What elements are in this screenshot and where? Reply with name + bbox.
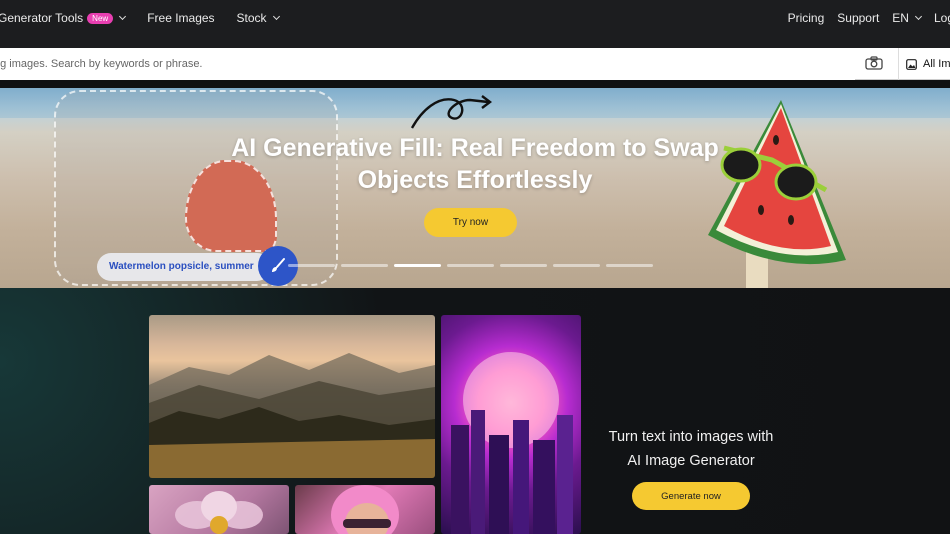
synthwave-city-art [451, 352, 573, 534]
nav-stock-label: Stock [236, 11, 267, 25]
chrome-flower-image[interactable] [149, 485, 289, 534]
nav-generator-tools[interactable]: Generator Tools New [0, 11, 127, 25]
nav-support[interactable]: Support [837, 11, 879, 25]
synthwave-city-image[interactable] [441, 315, 581, 534]
login-link[interactable]: Log [934, 11, 950, 25]
slide-dot[interactable] [447, 264, 494, 267]
hero-banner[interactable]: AI Generative Fill: Real Freedom to Swap… [0, 88, 950, 288]
image-icon [906, 58, 917, 70]
slide-dot[interactable] [341, 264, 388, 267]
mountain-landscape-image[interactable] [149, 315, 435, 478]
generator-showcase: Turn text into images with AI Image Gene… [0, 288, 950, 534]
prompt-pill: Watermelon popsicle, summer [97, 253, 271, 281]
try-now-button[interactable]: Try now [424, 208, 517, 237]
language-label: EN [892, 11, 909, 25]
nav-stock[interactable]: Stock [236, 11, 280, 25]
nav-free-images[interactable]: Free Images [147, 11, 214, 25]
slide-dot[interactable] [606, 264, 653, 267]
slide-dot[interactable] [288, 264, 335, 267]
search-bar: All Im [0, 48, 950, 80]
search-input[interactable] [0, 48, 855, 80]
arrow-icon [410, 95, 492, 129]
slide-dot[interactable] [500, 264, 547, 267]
mountain-landscape-art [149, 353, 435, 478]
slide-dot[interactable] [394, 264, 441, 267]
slide-dot[interactable] [553, 264, 600, 267]
nav-generator-tools-label: Generator Tools [0, 11, 84, 25]
brush-icon [272, 258, 285, 272]
top-navigation: Generator Tools New Free Images Stock Pr… [0, 0, 950, 48]
nav-pricing[interactable]: Pricing [788, 11, 825, 25]
new-badge: New [87, 12, 114, 24]
image-type-filter-label: All Im [923, 58, 950, 70]
chevron-down-icon [272, 12, 280, 21]
chevron-down-icon [914, 12, 923, 21]
watermelon-popsicle-illustration [708, 100, 846, 288]
promo-line-2: AI Image Generator [627, 453, 755, 469]
pink-hair-portrait-art [331, 485, 399, 534]
pink-hair-portrait-image[interactable] [295, 485, 435, 534]
search-divider [898, 48, 899, 80]
chrome-flower-art [175, 491, 263, 534]
nav-right-group: Pricing Support EN Log [775, 0, 950, 36]
promo-line-1: Turn text into images with [608, 429, 774, 445]
generate-now-button[interactable]: Generate now [632, 482, 750, 510]
language-selector[interactable]: EN [892, 11, 923, 25]
chevron-down-icon [119, 12, 127, 21]
slide-indicator [288, 264, 659, 267]
image-type-filter[interactable]: All Im [906, 48, 950, 80]
camera-icon[interactable] [865, 56, 883, 70]
nav-free-images-label: Free Images [147, 11, 215, 25]
nav-left-group: Generator Tools New Free Images Stock [0, 0, 301, 36]
promo-text: Turn text into images with AI Image Gene… [591, 425, 791, 473]
